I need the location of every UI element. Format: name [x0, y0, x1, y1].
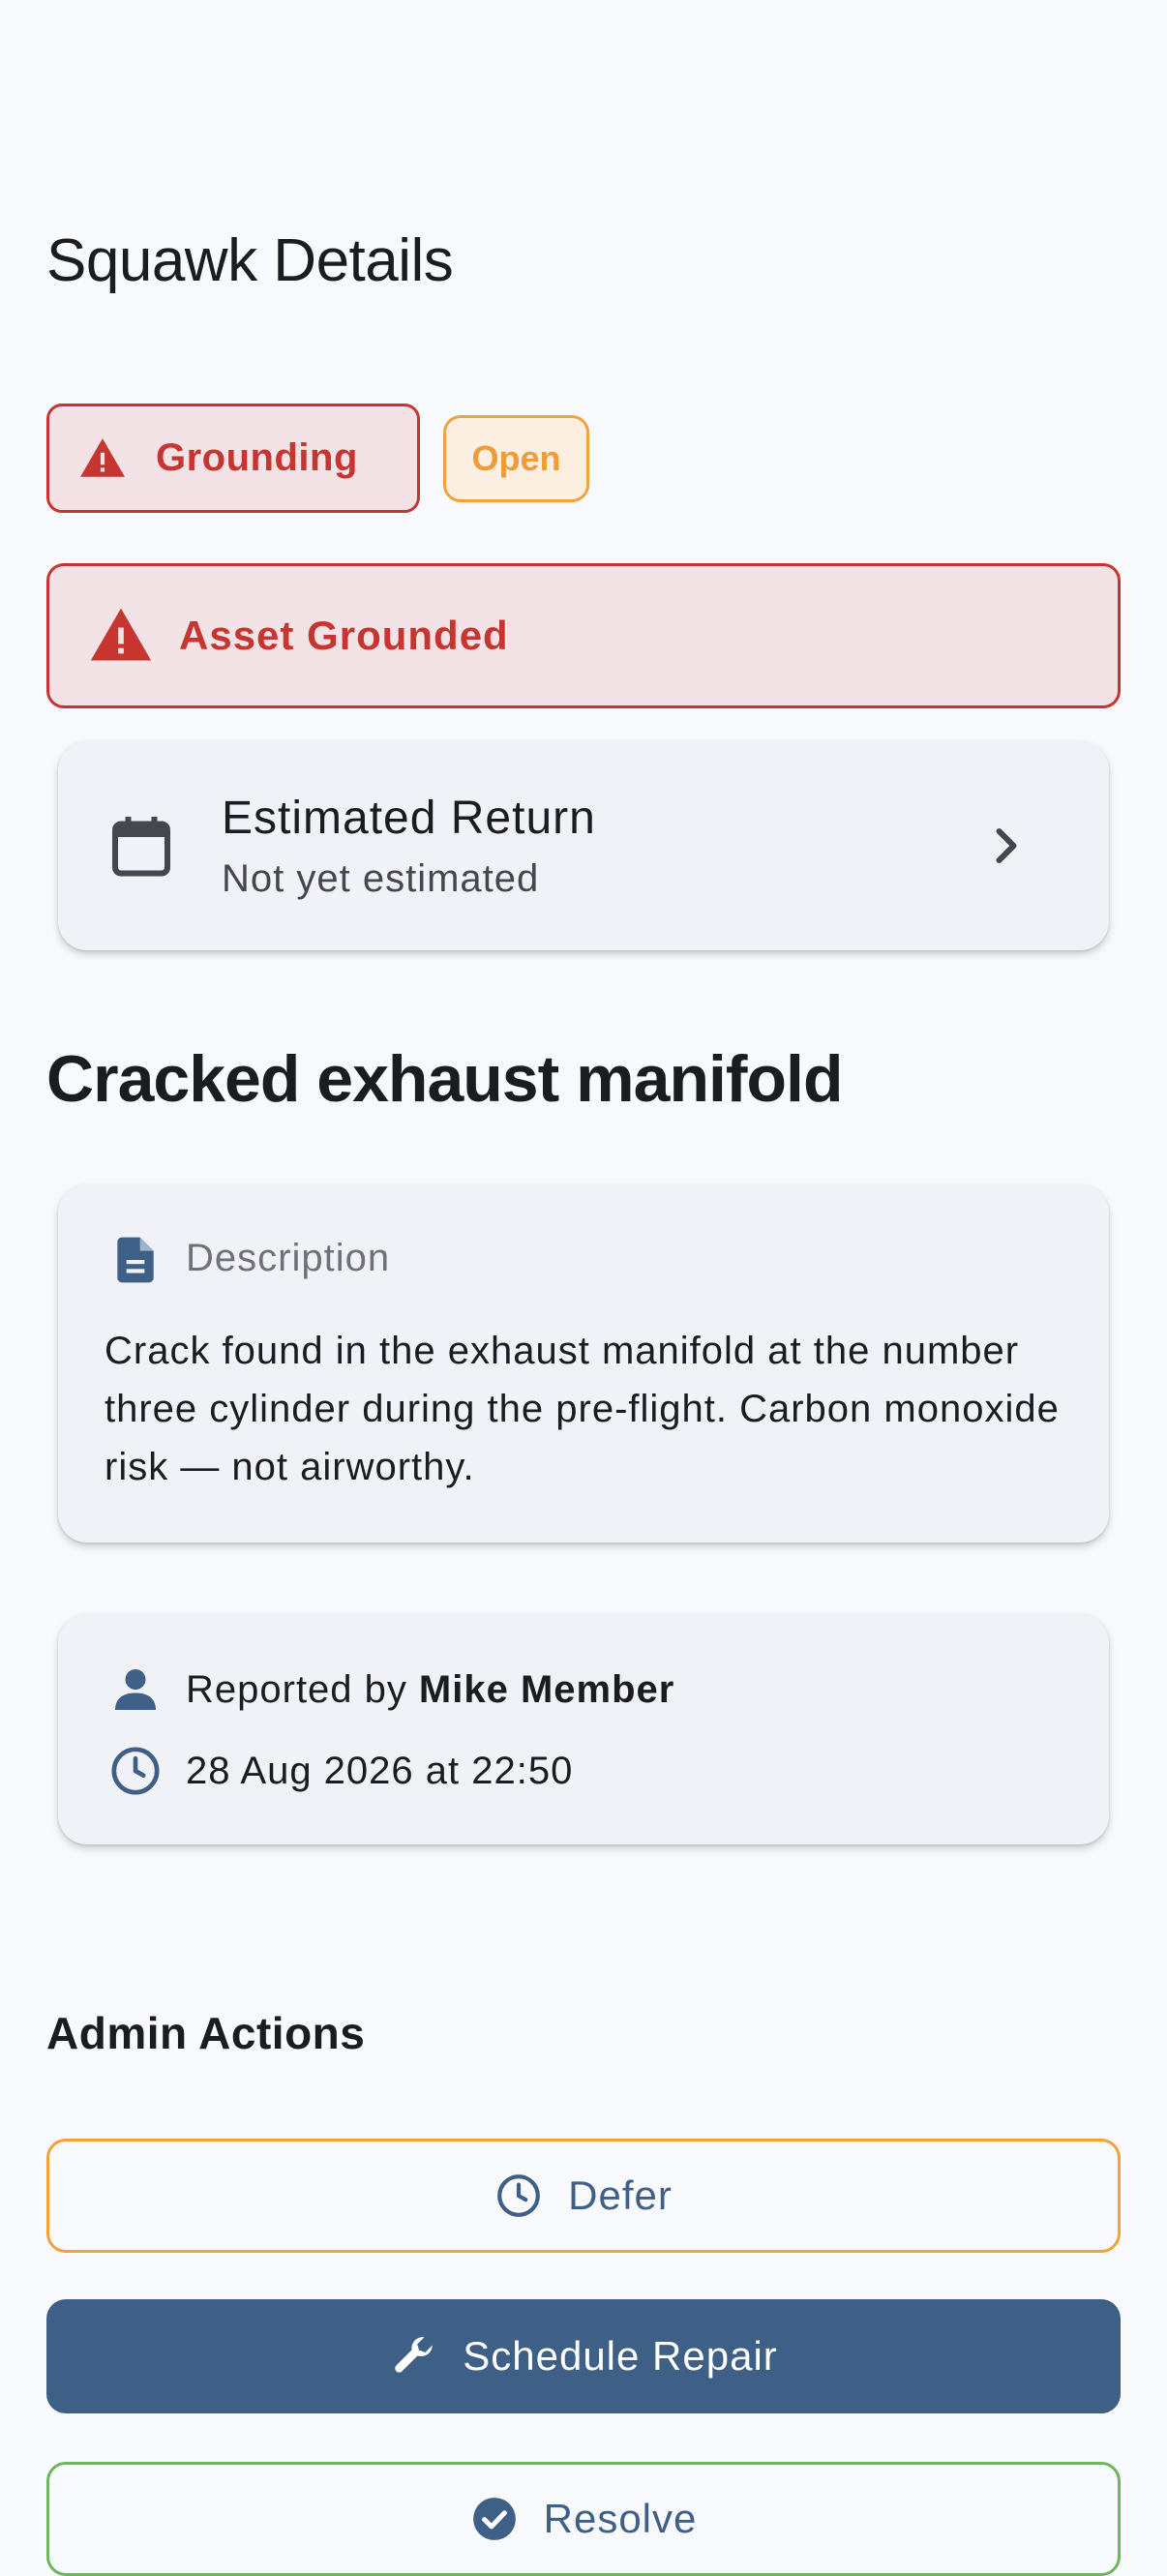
admin-actions-title: Admin Actions: [46, 2008, 366, 2058]
banner-label: Asset Grounded: [179, 613, 509, 658]
timestamp-row: 28 Aug 2026 at 22:50: [108, 1744, 573, 1798]
status-badge-label: Open: [471, 438, 561, 478]
resolve-button[interactable]: Resolve: [46, 2462, 1121, 2576]
reported-by-label: Reported by: [186, 1667, 407, 1711]
reported-timestamp: 28 Aug 2026 at 22:50: [186, 1749, 574, 1792]
person-icon: [115, 1669, 156, 1710]
description-card: Description Crack found in the exhaust m…: [58, 1184, 1109, 1543]
calendar-icon: [112, 817, 170, 877]
page-title: Squawk Details: [46, 227, 454, 294]
estimated-return-title: Estimated Return: [222, 793, 596, 844]
description-text: Crack found in the exhaust manifold at t…: [105, 1330, 1060, 1488]
reporter-name: Mike Member: [418, 1667, 675, 1711]
defer-button-label: Defer: [568, 2172, 673, 2218]
clock-icon: [497, 2174, 541, 2217]
document-icon: [117, 1237, 154, 1283]
schedule-repair-button-label: Schedule Repair: [463, 2333, 778, 2379]
estimated-return-card[interactable]: Estimated Return Not yet estimated: [58, 741, 1109, 950]
report-meta-card: Reported by Mike Member 28 Aug 2026 at 2…: [58, 1614, 1109, 1844]
grounding-badge: Grounding: [46, 404, 420, 513]
squawk-title: Cracked exhaust manifold: [46, 1042, 843, 1116]
wrench-icon: [395, 2337, 434, 2373]
grounding-badge-label: Grounding: [156, 436, 358, 479]
warning-triangle-icon: [90, 608, 152, 661]
check-circle-icon: [472, 2498, 516, 2540]
chevron-right-icon: [996, 828, 1017, 863]
estimated-return-value: Not yet estimated: [222, 857, 540, 900]
reporter-row: Reported by Mike Member: [108, 1662, 674, 1717]
description-label: Description: [186, 1237, 391, 1279]
asset-grounded-banner: Asset Grounded: [46, 563, 1121, 708]
clock-icon: [111, 1747, 160, 1795]
warning-triangle-icon: [80, 437, 125, 477]
status-badge: Open: [443, 415, 589, 502]
resolve-button-label: Resolve: [543, 2496, 698, 2541]
schedule-repair-button[interactable]: Schedule Repair: [46, 2299, 1121, 2413]
defer-button[interactable]: Defer: [46, 2139, 1121, 2253]
